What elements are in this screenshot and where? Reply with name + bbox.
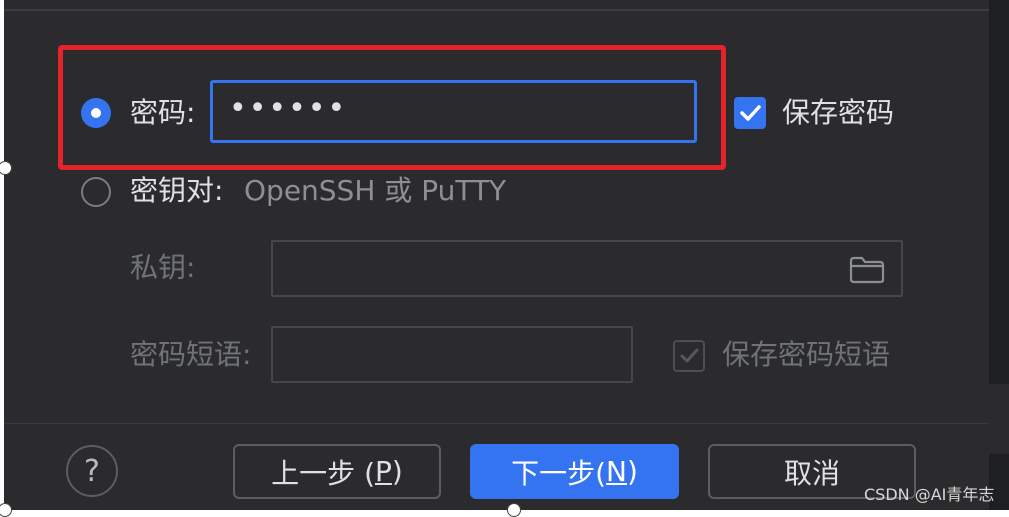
password-label: 密码: bbox=[130, 96, 196, 129]
passphrase-label: 密码短语: bbox=[130, 338, 252, 371]
save-password-checkbox[interactable] bbox=[734, 97, 766, 129]
save-passphrase-label: 保存密码短语 bbox=[722, 338, 891, 371]
stage: 密码: •••••• 保存密码 密钥对: OpenSSH 或 PuTTY 私钥:… bbox=[0, 0, 1009, 517]
passphrase-field[interactable] bbox=[271, 326, 633, 383]
checkmark-icon bbox=[680, 348, 699, 363]
selection-handle-bottom bbox=[507, 503, 521, 517]
key-pair-hint: OpenSSH 或 PuTTY bbox=[244, 174, 507, 207]
save-passphrase-checkbox[interactable] bbox=[673, 340, 705, 372]
question-mark-icon: ? bbox=[84, 453, 100, 489]
prev-button-mnemonic: P bbox=[375, 455, 392, 488]
password-radio[interactable] bbox=[81, 98, 111, 128]
key-pair-label: 密钥对: bbox=[130, 174, 224, 207]
save-password-label: 保存密码 bbox=[782, 96, 895, 129]
prev-button-text: 上一步 ( bbox=[271, 456, 375, 490]
next-button-close: ) bbox=[626, 455, 638, 488]
top-divider bbox=[4, 9, 989, 11]
private-key-label: 私钥: bbox=[130, 251, 196, 284]
key-pair-radio[interactable] bbox=[81, 177, 111, 207]
selection-handle-bottom-left bbox=[0, 503, 12, 517]
next-button-mnemonic: N bbox=[606, 455, 627, 488]
next-button[interactable]: 下一步(N) bbox=[470, 444, 679, 499]
private-key-field[interactable] bbox=[271, 240, 903, 297]
prev-button[interactable]: 上一步 (P) bbox=[233, 444, 441, 499]
password-field[interactable]: •••••• bbox=[210, 80, 697, 143]
footer-divider bbox=[4, 423, 989, 424]
folder-icon[interactable] bbox=[849, 256, 885, 284]
prev-button-close: ) bbox=[391, 455, 403, 488]
checkmark-icon bbox=[740, 105, 761, 121]
cancel-button-label: 取消 bbox=[783, 456, 840, 490]
next-button-text: 下一步( bbox=[511, 456, 607, 490]
window-edge-lower bbox=[989, 384, 1009, 454]
password-value: •••••• bbox=[229, 91, 348, 126]
watermark: CSDN @AI青年志 bbox=[864, 485, 995, 504]
help-button[interactable]: ? bbox=[66, 445, 118, 497]
